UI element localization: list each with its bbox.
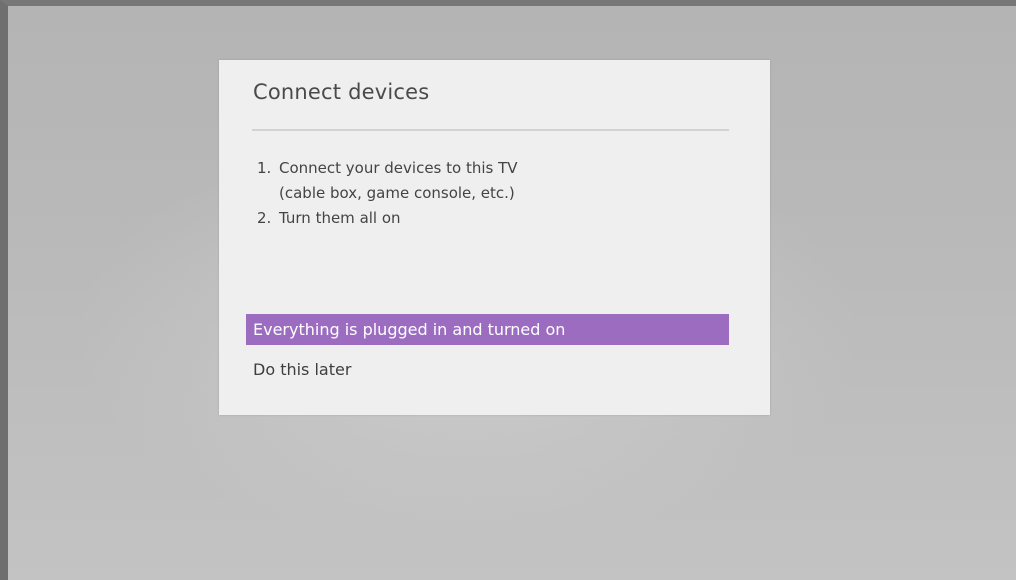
- everything-plugged-in-option[interactable]: Everything is plugged in and turned on: [246, 314, 729, 345]
- step-number: 2.: [257, 209, 272, 227]
- step-number: 1.: [257, 159, 272, 177]
- step-text: Turn them all on: [279, 209, 401, 227]
- instruction-step: 2. Turn them all on: [257, 206, 518, 231]
- tv-screen: Connect devices 1. Connect your devices …: [0, 0, 1016, 580]
- dialog-title: Connect devices: [253, 80, 430, 104]
- instruction-list: 1. Connect your devices to this TV (cabl…: [257, 156, 518, 231]
- connect-devices-dialog: Connect devices 1. Connect your devices …: [219, 60, 770, 415]
- do-this-later-option[interactable]: Do this later: [246, 354, 729, 385]
- instruction-step: 1. Connect your devices to this TV (cabl…: [257, 156, 518, 206]
- title-divider: [252, 129, 729, 131]
- step-text: Connect your devices to this TV (cable b…: [279, 159, 518, 202]
